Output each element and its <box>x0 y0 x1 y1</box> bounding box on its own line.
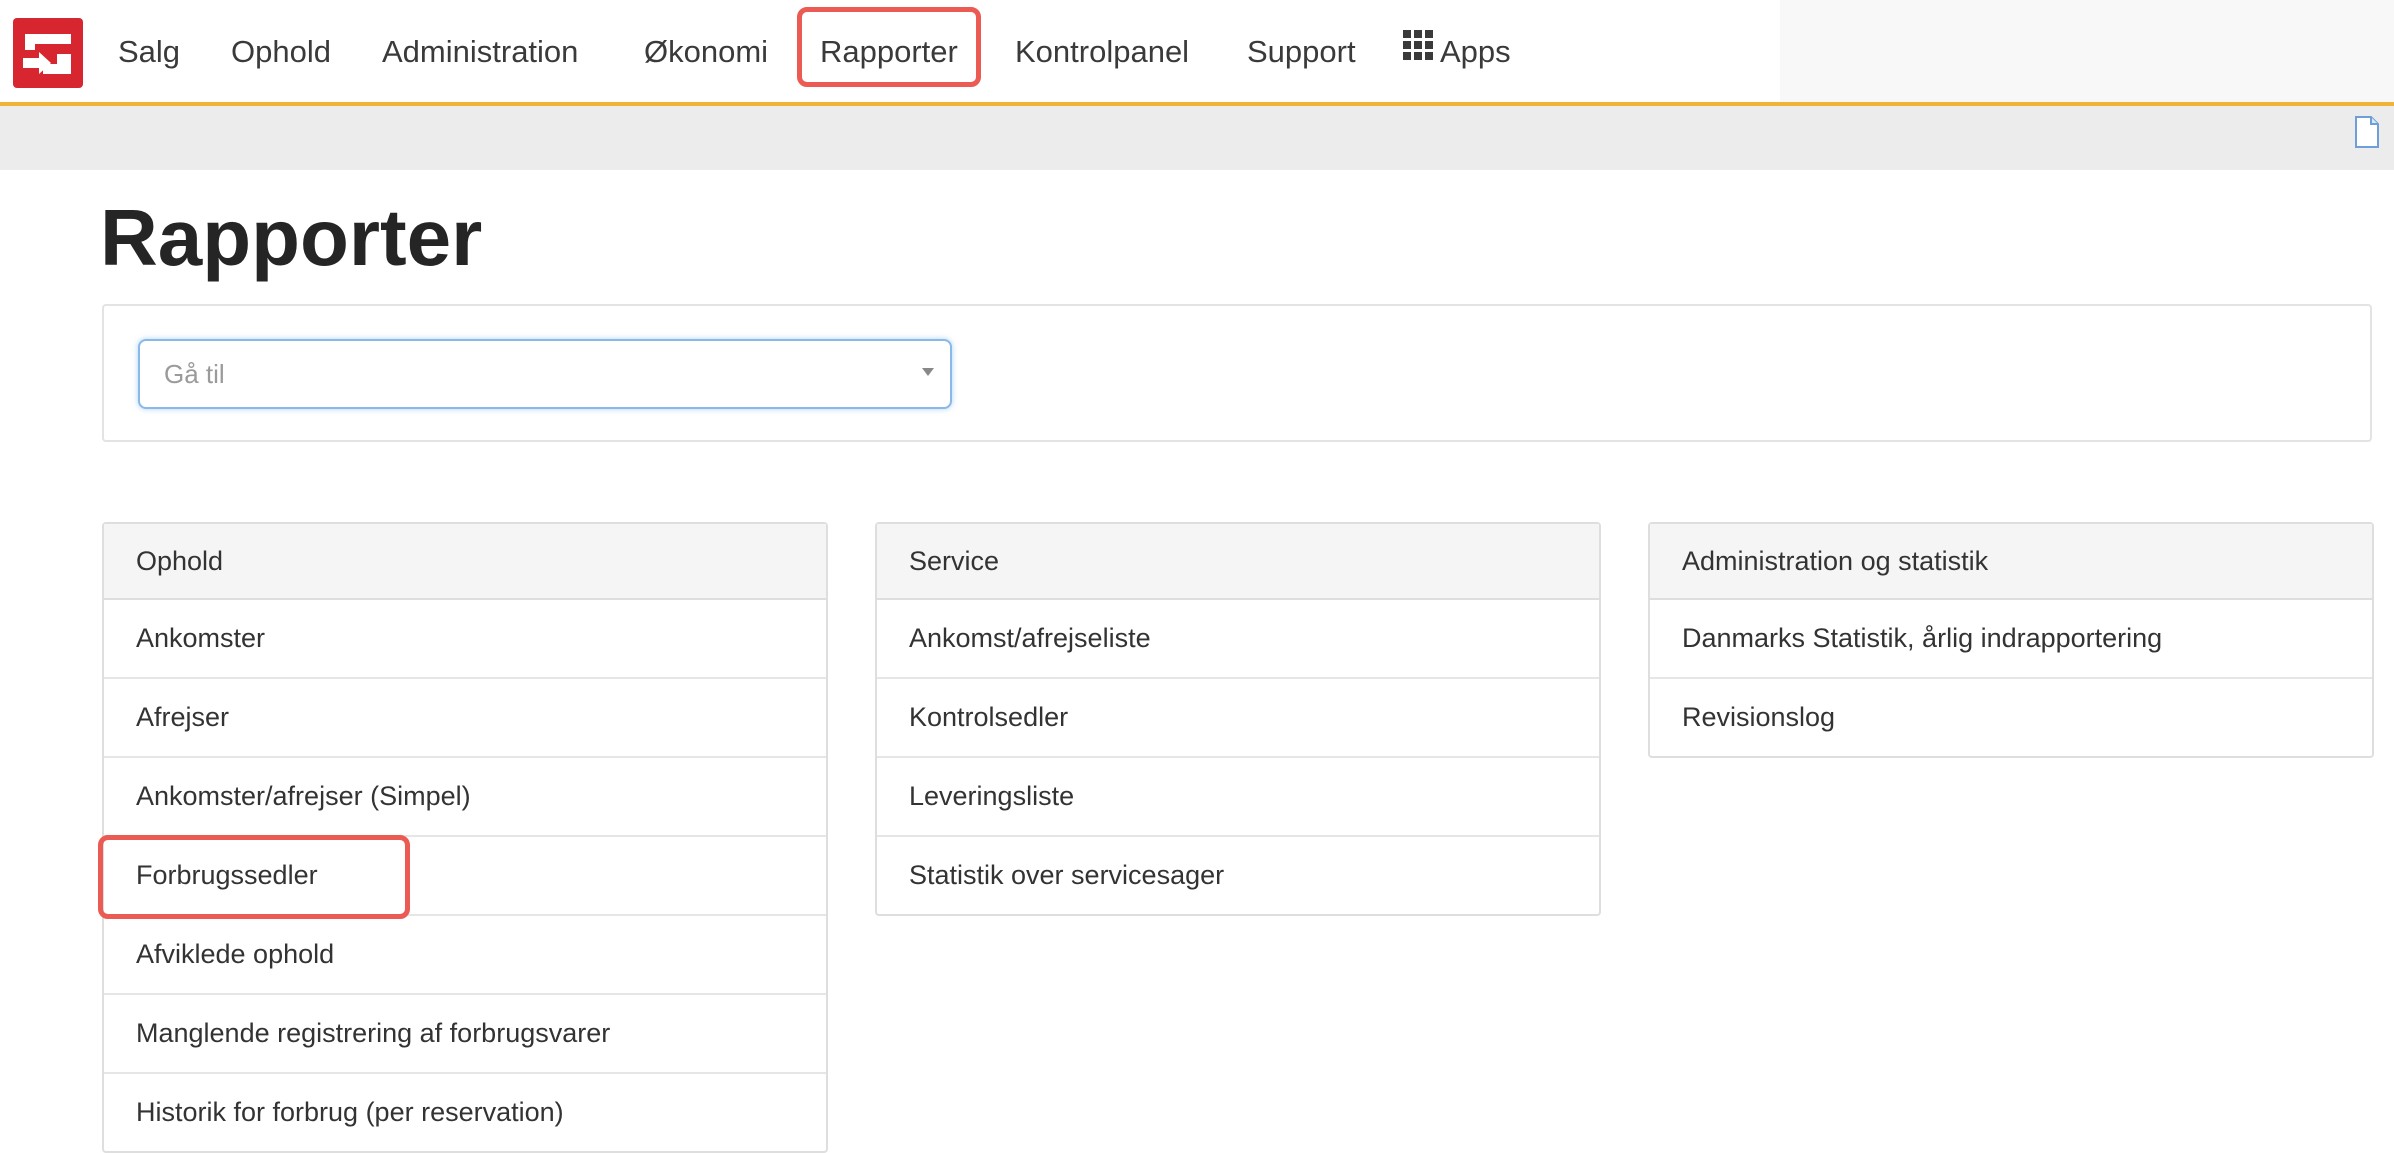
sub-toolbar <box>0 106 2394 170</box>
report-link-manglende-registrering[interactable]: Manglende registrering af forbrugsvarer <box>104 995 826 1074</box>
navbar-inner: Salg Ophold Administration Økonomi Rappo… <box>0 0 1780 102</box>
document-icon[interactable] <box>2354 116 2380 153</box>
panel-ophold: Ophold Ankomster Afrejser Ankomster/afre… <box>98 522 828 1153</box>
logo-icon[interactable] <box>13 18 83 88</box>
nav-apps-label: Apps <box>1440 34 1511 69</box>
page-title: Rapporter <box>100 193 483 282</box>
nav-rapporter[interactable]: Rapporter <box>797 7 981 87</box>
grid-icon <box>1402 28 1434 74</box>
nav-apps[interactable]: Apps <box>1402 29 1511 75</box>
report-link-afviklede-ophold[interactable]: Afviklede ophold <box>104 916 826 995</box>
report-link-ankomster[interactable]: Ankomster <box>104 600 826 679</box>
report-link-afrejser[interactable]: Afrejser <box>104 679 826 758</box>
goto-select[interactable]: Gå til <box>138 339 952 409</box>
report-link-historik-forbrug[interactable]: Historik for forbrug (per reservation) <box>104 1074 826 1151</box>
panel-title: Service <box>877 524 1599 600</box>
nav-okonomi[interactable]: Økonomi <box>644 29 768 75</box>
report-link-ankomst-afrejseliste[interactable]: Ankomst/afrejseliste <box>877 600 1599 679</box>
report-link-leveringsliste[interactable]: Leveringsliste <box>877 758 1599 837</box>
panel-title: Ophold <box>104 524 826 600</box>
top-navbar: Salg Ophold Administration Økonomi Rappo… <box>0 0 2394 106</box>
report-link-forbrugssedler[interactable]: Forbrugssedler <box>98 835 826 919</box>
nav-administration[interactable]: Administration <box>382 29 578 75</box>
panel-service: Service Ankomst/afrejseliste Kontrolsedl… <box>875 522 1601 916</box>
panel-administration-statistik: Administration og statistik Danmarks Sta… <box>1648 522 2374 758</box>
nav-kontrolpanel[interactable]: Kontrolpanel <box>1015 29 1189 75</box>
nav-salg[interactable]: Salg <box>118 29 180 75</box>
report-link-danmarks-statistik[interactable]: Danmarks Statistik, årlig indrapporterin… <box>1650 600 2372 679</box>
goto-placeholder: Gå til <box>164 359 225 389</box>
nav-support[interactable]: Support <box>1247 29 1356 75</box>
nav-ophold[interactable]: Ophold <box>231 29 331 75</box>
report-link-kontrolsedler[interactable]: Kontrolsedler <box>877 679 1599 758</box>
goto-panel: Gå til <box>102 304 2372 442</box>
panel-title: Administration og statistik <box>1650 524 2372 600</box>
report-link-ankomster-afrejser-simpel[interactable]: Ankomster/afrejser (Simpel) <box>104 758 826 837</box>
chevron-down-icon <box>922 368 934 376</box>
report-link-revisionslog[interactable]: Revisionslog <box>1650 679 2372 756</box>
report-link-statistik-servicesager[interactable]: Statistik over servicesager <box>877 837 1599 914</box>
